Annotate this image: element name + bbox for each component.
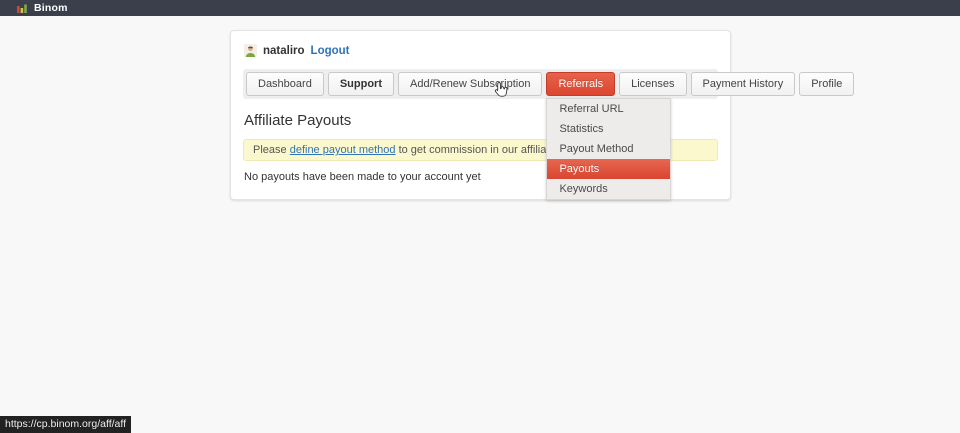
browser-status-url: https://cp.binom.org/aff/aff	[0, 416, 131, 433]
user-avatar-icon	[244, 44, 257, 57]
nav-profile-button[interactable]: Profile	[799, 72, 854, 96]
nav-payment-history-button[interactable]: Payment History	[691, 72, 796, 96]
referrals-dropdown-menu: Referral URL Statistics Payout Method Pa…	[546, 98, 671, 200]
logout-link[interactable]: Logout	[311, 45, 350, 57]
nav-support-button[interactable]: Support	[328, 72, 394, 96]
top-bar: Binom	[0, 0, 960, 16]
bar-chart-icon	[17, 3, 27, 13]
menu-item-payouts[interactable]: Payouts	[547, 159, 670, 179]
alert-text-prefix: Please	[253, 144, 290, 156]
nav-dashboard-button[interactable]: Dashboard	[246, 72, 324, 96]
nav-toolbar: Dashboard Support Add/Renew Subscription…	[243, 69, 718, 99]
nav-referrals-button[interactable]: Referrals Referral URL Statistics Payout…	[546, 72, 615, 96]
menu-item-payout-method[interactable]: Payout Method	[547, 139, 670, 159]
account-card: nataliro Logout Dashboard Support Add/Re…	[230, 30, 731, 200]
nav-licenses-button[interactable]: Licenses	[619, 72, 686, 96]
menu-item-referral-url[interactable]: Referral URL	[547, 99, 670, 119]
brand-title: Binom	[34, 2, 68, 14]
define-payout-method-link[interactable]: define payout method	[290, 144, 396, 156]
nav-add-renew-subscription-button[interactable]: Add/Renew Subscription	[398, 72, 542, 96]
nav-referrals-label: Referrals	[558, 78, 603, 90]
menu-item-keywords[interactable]: Keywords	[547, 179, 670, 199]
menu-item-statistics[interactable]: Statistics	[547, 119, 670, 139]
user-row: nataliro Logout	[243, 42, 718, 61]
user-name: nataliro	[263, 45, 305, 57]
